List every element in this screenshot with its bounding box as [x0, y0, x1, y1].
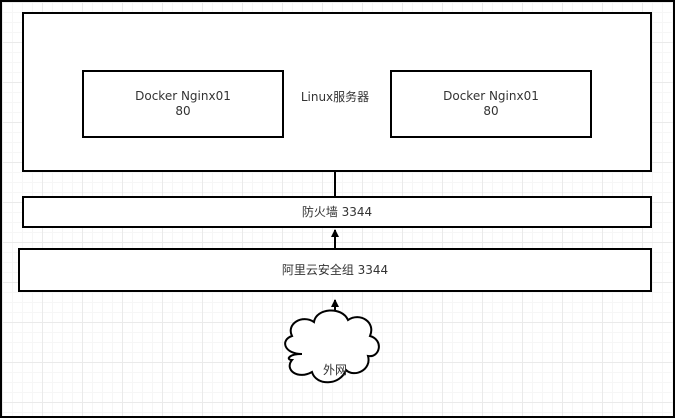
- security-group-label: 阿里云安全组 3344: [281, 263, 389, 277]
- diagram-canvas: Linux服务器 Docker Nginx01 80 Docker Nginx0…: [0, 0, 675, 418]
- internet-label: 外网: [322, 363, 347, 377]
- firewall-label: 防火墙 3344: [301, 205, 373, 219]
- container-port-right: 80: [483, 104, 499, 118]
- container-port-left: 80: [175, 104, 191, 118]
- container-label-left: Docker Nginx01 80: [82, 89, 284, 119]
- container-name-left: Docker Nginx01: [135, 89, 231, 103]
- container-label-right: Docker Nginx01 80: [390, 89, 592, 119]
- container-name-right: Docker Nginx01: [443, 89, 539, 103]
- linux-server-label: Linux服务器: [300, 90, 370, 104]
